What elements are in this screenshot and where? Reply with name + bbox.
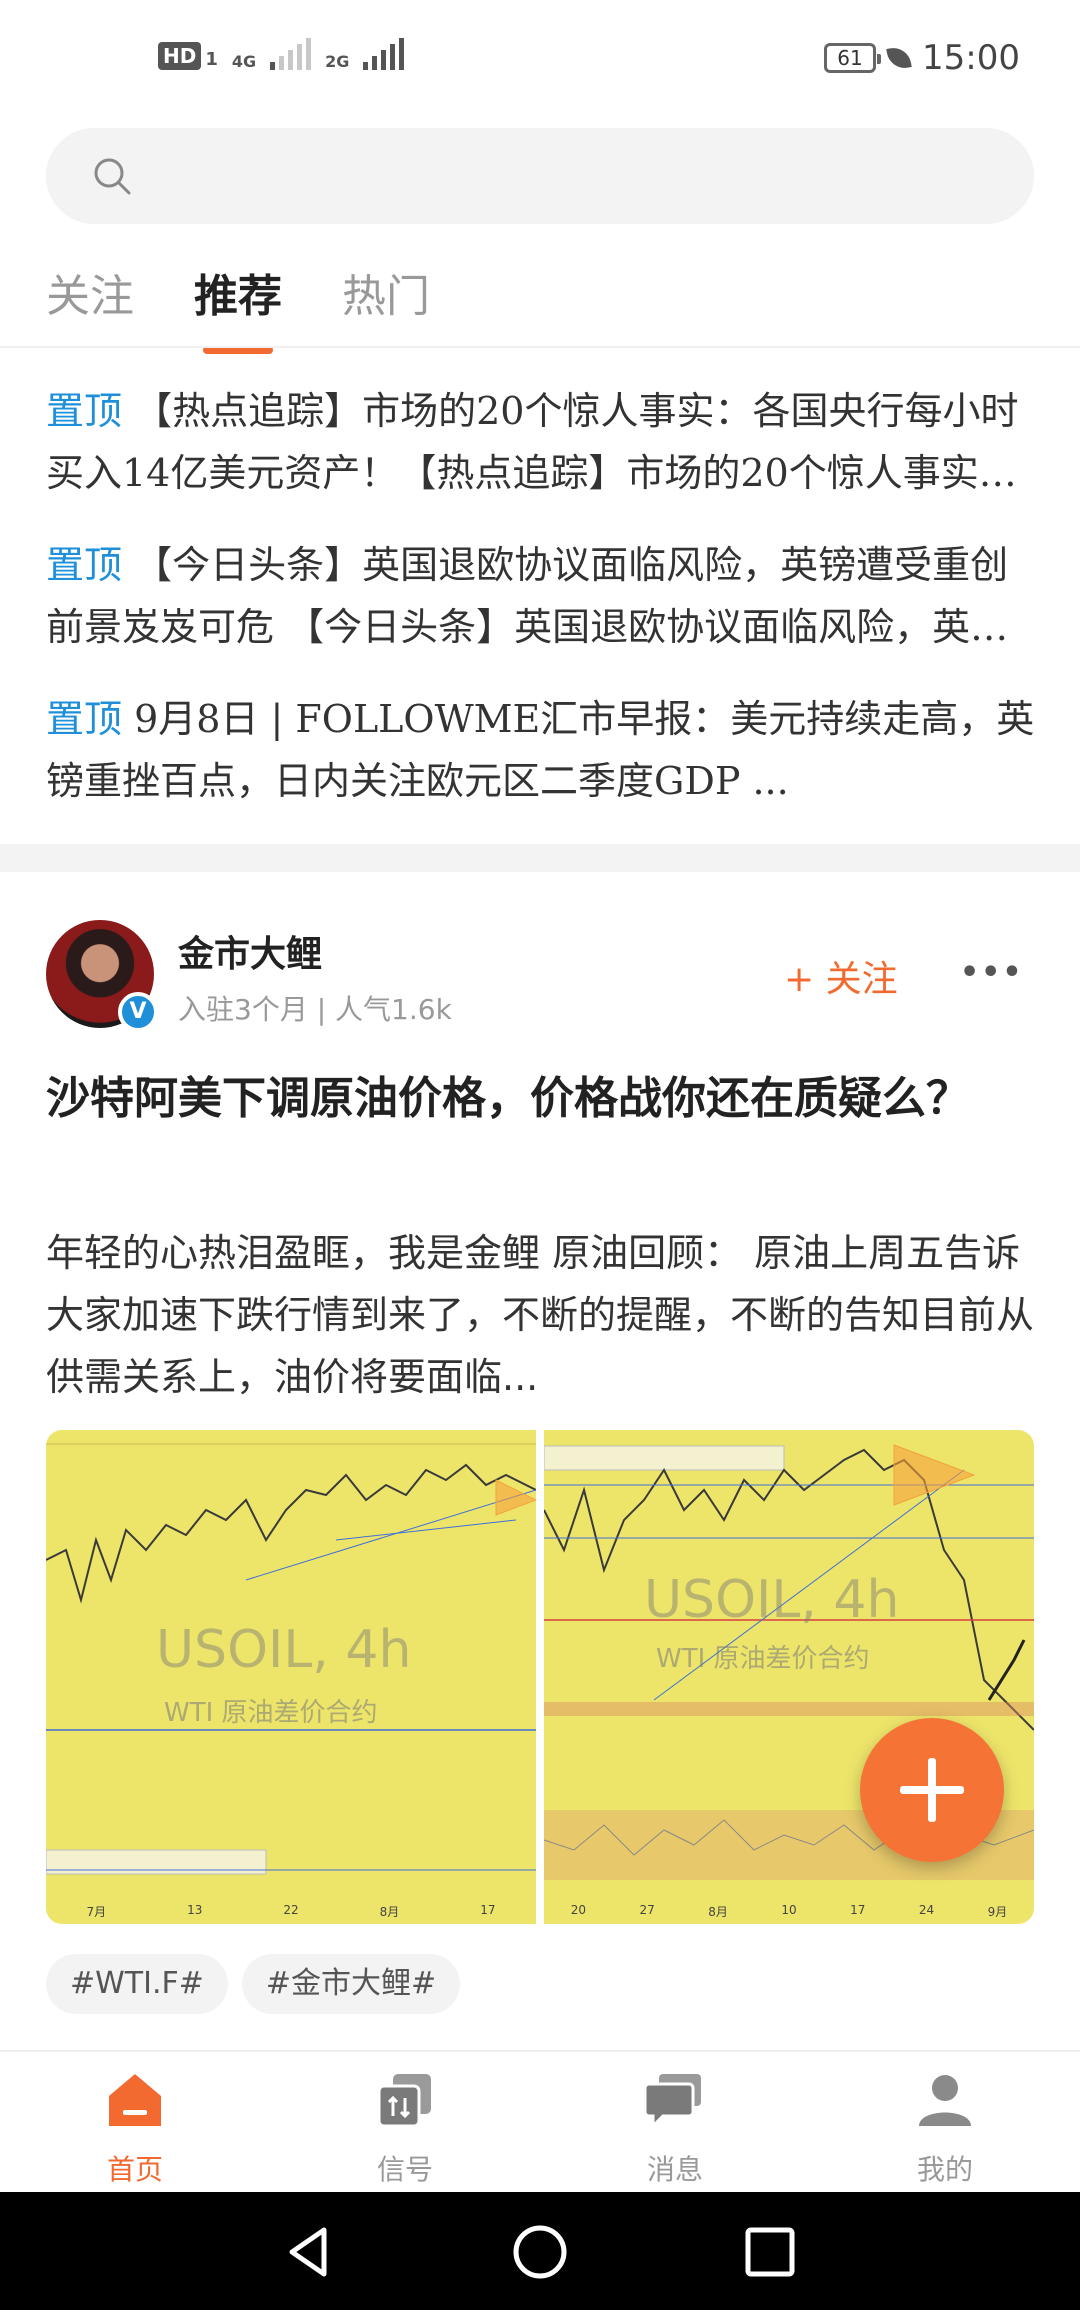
axis-tick: 17 bbox=[850, 1903, 866, 1917]
pinned-item[interactable]: 置顶 【今日头条】英国退欧协议面临风险，英镑遭受重创前景岌岌可危 【今日头条】英… bbox=[46, 534, 1036, 658]
chart-axis: 7月 13 22 8月 17 bbox=[46, 1903, 536, 1920]
pinned-item[interactable]: 置顶 【热点追踪】市场的20个惊人事实：各国央行每小时买入14亿美元资产！【热点… bbox=[46, 380, 1036, 504]
search-input[interactable] bbox=[146, 128, 1006, 224]
pinned-list: 置顶 【热点追踪】市场的20个惊人事实：各国央行每小时买入14亿美元资产！【热点… bbox=[46, 380, 1036, 842]
system-navigation-bar bbox=[0, 2192, 1080, 2310]
status-right: 61 15:00 bbox=[824, 38, 1020, 78]
signal-icon bbox=[377, 2074, 431, 2128]
signal-bars-icon bbox=[270, 38, 312, 70]
nav-profile[interactable]: 我的 bbox=[810, 2052, 1080, 2192]
pinned-tag: 置顶 bbox=[46, 389, 123, 433]
pinned-item[interactable]: 置顶 9月8日 | FOLLOWME汇市早报：美元持续走高，英镑重挫百点，日内关… bbox=[46, 688, 1036, 812]
network-2g-label: 2G bbox=[325, 52, 350, 71]
signal-indicators: HD 1 4G 2G bbox=[158, 38, 405, 71]
axis-tick: 10 bbox=[781, 1903, 797, 1917]
nav-messages[interactable]: 消息 bbox=[540, 2052, 810, 2192]
axis-tick: 22 bbox=[283, 1903, 299, 1917]
post-title[interactable]: 沙特阿美下调原油价格，价格战你还在质疑么？ bbox=[46, 1060, 1036, 1138]
pinned-text: 9月8日 | FOLLOWME汇市早报：美元持续走高，英镑重挫百点，日内关注欧元… bbox=[46, 697, 1035, 803]
profile-icon bbox=[919, 2075, 971, 2126]
nav-home[interactable]: 首页 bbox=[0, 2052, 270, 2192]
author-name[interactable]: 金市大鲤 bbox=[178, 925, 322, 977]
clock: 15:00 bbox=[922, 38, 1020, 78]
bottom-navigation: 首页 信号 消息 我的 bbox=[0, 2050, 1080, 2192]
axis-tick: 8月 bbox=[708, 1905, 728, 1919]
power-saving-leaf-icon bbox=[886, 45, 912, 71]
search-icon bbox=[94, 158, 131, 195]
home-icon bbox=[109, 2074, 161, 2126]
hd-sub: 1 bbox=[205, 49, 218, 70]
nav-label: 消息 bbox=[646, 2153, 703, 2186]
signal-bars-icon bbox=[363, 38, 405, 70]
hashtag-chip[interactable]: #金市大鲤# bbox=[241, 1954, 461, 2014]
axis-tick: 7月 bbox=[86, 1905, 107, 1919]
pinned-text: 【今日头条】英国退欧协议面临风险，英镑遭受重创前景岌岌可危 【今日头条】英国退欧… bbox=[46, 543, 1009, 649]
pinned-tag: 置顶 bbox=[46, 697, 123, 741]
status-bar: HD 1 4G 2G 61 15:00 bbox=[0, 0, 1080, 120]
nav-label: 信号 bbox=[376, 2153, 433, 2186]
author-avatar[interactable]: V bbox=[46, 920, 158, 1032]
axis-tick: 9月 bbox=[987, 1905, 1008, 1919]
section-separator bbox=[0, 844, 1080, 872]
battery-icon: 61 bbox=[824, 43, 882, 73]
nav-signals[interactable]: 信号 bbox=[270, 2052, 540, 2192]
chart-symbol: USOIL, 4h bbox=[644, 1570, 900, 1630]
axis-tick: 8月 bbox=[379, 1905, 400, 1919]
axis-tick: 13 bbox=[187, 1903, 203, 1917]
home-circle-icon[interactable] bbox=[510, 2222, 570, 2282]
axis-tick: 24 bbox=[918, 1903, 935, 1917]
hashtag-chip[interactable]: #WTI.F# bbox=[46, 1954, 228, 2014]
tab-recommended[interactable]: 推荐 bbox=[194, 260, 282, 354]
pinned-tag: 置顶 bbox=[46, 543, 123, 587]
search-bar[interactable] bbox=[46, 128, 1034, 224]
tab-hot[interactable]: 热门 bbox=[342, 260, 430, 354]
follow-button[interactable]: + 关注 bbox=[784, 950, 898, 1002]
chart-subtitle: WTI 原油差价合约 bbox=[164, 1698, 378, 1728]
recents-icon[interactable] bbox=[740, 2222, 800, 2282]
author-meta: 入驻3个月 | 人气1.6k bbox=[178, 993, 452, 1026]
network-4g-label: 4G bbox=[231, 52, 257, 71]
post-image-chart[interactable]: USOIL, 4h WTI 原油差价合约 7月 13 22 8月 17 bbox=[46, 1430, 536, 1924]
axis-tick: 20 bbox=[570, 1903, 587, 1917]
post-excerpt[interactable]: 年轻的心热泪盈眶，我是金鲤 原油回顾： 原油上周五告诉大家加速下跌行情到来了，不… bbox=[46, 1222, 1036, 1408]
tab-following[interactable]: 关注 bbox=[46, 260, 134, 354]
create-post-plus-button[interactable] bbox=[860, 1718, 1004, 1862]
chart-subtitle: WTI 原油差价合约 bbox=[656, 1644, 870, 1674]
more-options-icon[interactable]: ••• bbox=[960, 955, 1024, 990]
hd-badge: HD bbox=[158, 42, 202, 70]
nav-label: 首页 bbox=[106, 2153, 163, 2186]
nav-label: 我的 bbox=[916, 2153, 973, 2186]
message-icon bbox=[645, 2074, 701, 2130]
post-tags: #WTI.F# #金市大鲤# bbox=[46, 1954, 461, 2014]
divider bbox=[0, 346, 1080, 348]
feed-tabs: 关注 推荐 热门 bbox=[46, 260, 430, 354]
post-images: USOIL, 4h WTI 原油差价合约 7月 13 22 8月 17 USOI… bbox=[46, 1430, 1034, 1924]
verified-badge-icon: V bbox=[118, 992, 158, 1032]
chart-axis: 20 27 8月 10 17 24 9月 bbox=[544, 1903, 1034, 1920]
pinned-text: 【热点追踪】市场的20个惊人事实：各国央行每小时买入14亿美元资产！【热点追踪】… bbox=[46, 389, 1019, 495]
axis-tick: 27 bbox=[639, 1903, 655, 1917]
back-icon[interactable] bbox=[280, 2222, 340, 2282]
chart-symbol: USOIL, 4h bbox=[156, 1620, 412, 1680]
axis-tick: 17 bbox=[480, 1903, 496, 1917]
